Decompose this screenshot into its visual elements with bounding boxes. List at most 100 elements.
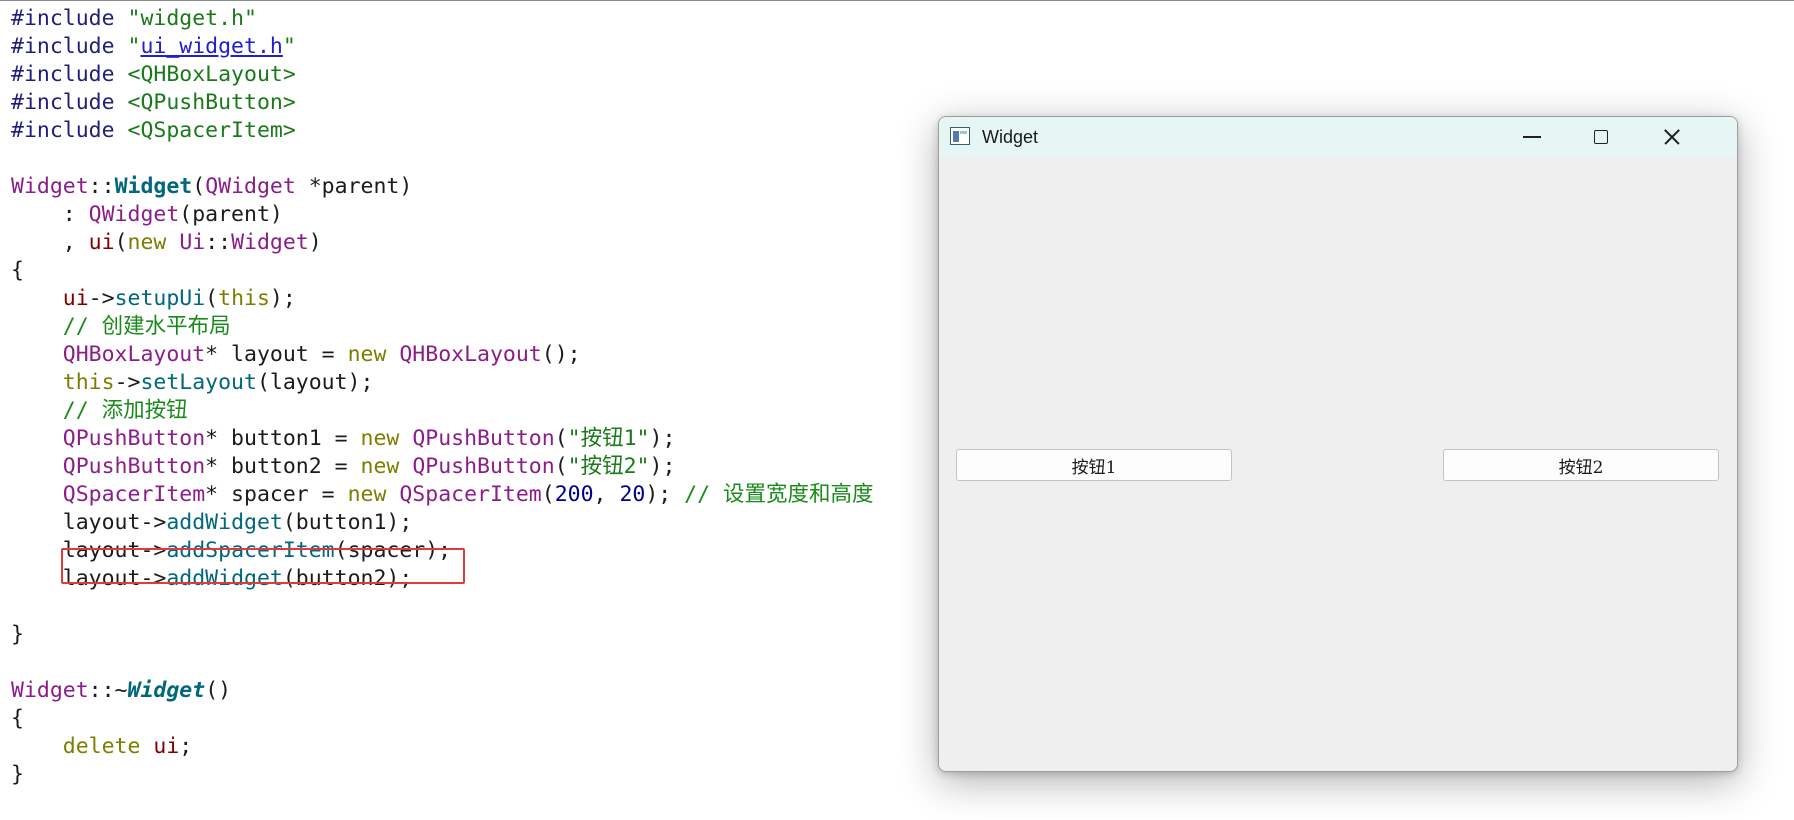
highlight-annotation-box — [61, 548, 465, 584]
maximize-button[interactable] — [1566, 117, 1636, 157]
code-token: 20 — [619, 482, 646, 507]
code-token: // 创建水平布局 — [62, 314, 231, 339]
code-token: this — [218, 286, 270, 311]
code-token: , — [593, 482, 620, 507]
code-token: ( — [114, 230, 128, 255]
code-token: Widget — [11, 678, 89, 703]
code-token: ); — [645, 482, 685, 507]
code-token: " — [127, 34, 141, 59]
code-token: ui — [153, 734, 180, 759]
code-line: Widget::~Widget() — [11, 677, 231, 705]
minimize-button[interactable] — [1497, 117, 1567, 157]
maximize-icon — [1594, 130, 1608, 144]
code-token: * spacer = — [205, 482, 348, 507]
widget-window[interactable]: Widget 按钮1 按钮2 — [938, 116, 1738, 772]
button2[interactable]: 按钮2 — [1443, 449, 1719, 481]
code-token: ui_widget.h — [140, 34, 283, 59]
code-token: #include — [11, 34, 128, 59]
code-token: new — [127, 230, 167, 255]
code-token: // 设置宽度和高度 — [684, 482, 874, 507]
qt-app-icon — [950, 127, 970, 145]
code-line: #include <QPushButton> — [11, 89, 296, 117]
close-icon — [1663, 128, 1681, 146]
code-token: * button1 = — [205, 426, 361, 451]
code-line: delete ui; — [11, 733, 192, 761]
code-token: ); — [649, 454, 676, 479]
close-button[interactable] — [1637, 117, 1707, 157]
code-token: } — [11, 762, 24, 787]
code-token: "按钮1" — [567, 426, 650, 451]
window-titlebar[interactable]: Widget — [939, 117, 1737, 157]
code-token: Widget — [114, 174, 193, 199]
code-token: (button1); — [282, 510, 413, 535]
code-token: Widget — [11, 174, 89, 199]
code-token: :: — [88, 174, 115, 199]
code-token: #include — [11, 6, 128, 31]
code-token: { — [11, 258, 24, 283]
minimize-icon — [1523, 136, 1541, 138]
code-token: ::~ — [88, 678, 128, 703]
code-token: * button2 = — [205, 454, 361, 479]
button1[interactable]: 按钮1 — [956, 449, 1232, 481]
code-token: Widget — [231, 230, 309, 255]
code-token: new — [347, 342, 387, 367]
code-token: #include — [11, 62, 128, 87]
window-title: Widget — [982, 127, 1039, 147]
code-token: (); — [541, 342, 581, 367]
code-line: // 添加按钮 — [11, 397, 188, 425]
code-token: (layout); — [256, 370, 374, 395]
code-token: 200 — [554, 482, 594, 507]
code-token: QSpacerItem — [62, 482, 206, 507]
code-token: QHBoxLayout — [399, 342, 542, 367]
code-line: // 创建水平布局 — [11, 313, 231, 341]
code-token: QPushButton — [412, 454, 555, 479]
code-token: QHBoxLayout — [62, 342, 206, 367]
code-editor[interactable]: #include "widget.h" #include "ui_widget.h… — [0, 0, 940, 820]
code-token: ); — [649, 426, 676, 451]
code-token: } — [11, 622, 24, 647]
code-token: , — [11, 230, 89, 255]
code-token: ui — [88, 230, 115, 255]
code-token: ( — [541, 482, 555, 507]
code-token: QWidget — [88, 202, 180, 227]
code-token: { — [11, 706, 24, 731]
code-line: #include "widget.h" — [11, 5, 257, 33]
code-token: layout-> — [11, 510, 167, 535]
code-line: layout->addWidget(button1); — [11, 509, 413, 537]
code-line: QSpacerItem* spacer = new QSpacerItem(20… — [11, 481, 874, 509]
code-token: "按钮2" — [567, 454, 650, 479]
code-token: #include — [11, 90, 128, 115]
code-line: QPushButton* button1 = new QPushButton("… — [11, 425, 676, 453]
code-token: <QSpacerItem> — [127, 118, 296, 143]
code-line: #include <QSpacerItem> — [11, 117, 296, 145]
code-token: ( — [205, 286, 219, 311]
code-token: setupUi — [114, 286, 206, 311]
code-token: Ui — [179, 230, 206, 255]
code-line: QHBoxLayout* layout = new QHBoxLayout(); — [11, 341, 581, 369]
code-line: { — [11, 257, 24, 285]
code-line: { — [11, 705, 24, 733]
code-token: new — [360, 426, 400, 451]
code-token: ( — [554, 426, 568, 451]
code-line: ui->setupUi(this); — [11, 285, 296, 313]
code-token: <QPushButton> — [127, 90, 296, 115]
code-token: QPushButton — [62, 454, 206, 479]
code-line: , ui(new Ui::Widget) — [11, 229, 322, 257]
code-token: addWidget — [166, 510, 283, 535]
code-token: delete — [62, 734, 141, 759]
code-token: new — [360, 454, 400, 479]
code-token: ; — [179, 734, 193, 759]
code-token: QWidget — [205, 174, 296, 199]
code-token: ( — [554, 454, 568, 479]
